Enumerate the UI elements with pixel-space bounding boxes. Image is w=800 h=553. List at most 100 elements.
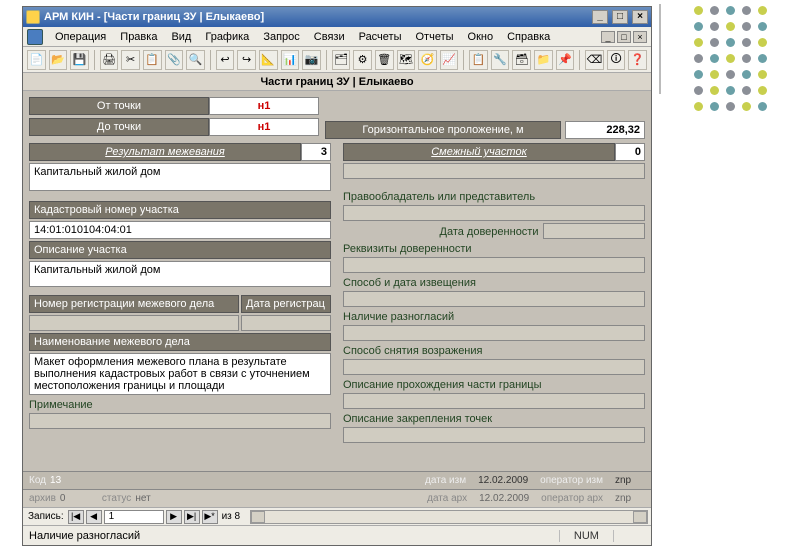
app-icon [26,10,40,24]
dispute-value[interactable] [343,325,645,341]
adjacent-parcel-num[interactable]: 0 [615,143,645,161]
record-navigator: Запись: |◀ ◀ 1 ▶ ▶| ▶* из 8 [23,507,651,525]
nav-last-button[interactable]: ▶| [184,510,200,524]
menu-edit[interactable]: Правка [114,29,163,45]
points-fix-value[interactable] [343,427,645,443]
nav-prev-button[interactable]: ◀ [86,510,102,524]
toolbar-button-25[interactable]: 🛈 [607,50,626,70]
toolbar-button-24[interactable]: ⌫ [585,50,604,70]
menu-links[interactable]: Связи [308,29,351,45]
date-arch-value: 12.02.2009 [479,493,529,504]
toolbar-button-3[interactable]: 🖨 [100,50,119,70]
reg-number-value[interactable] [29,315,239,331]
oper-arch-label: оператор арх [541,493,603,504]
toolbar-button-19[interactable]: 📋 [469,50,488,70]
toolbar-button-1[interactable]: 📂 [49,50,68,70]
menu-operation[interactable]: Операция [49,29,112,45]
menu-view[interactable]: Вид [165,29,197,45]
note-label: Примечание [29,397,331,411]
toolbar-button-16[interactable]: 🗺 [397,50,416,70]
to-point-value[interactable]: н1 [209,118,319,136]
toolbar-button-10[interactable]: 📐 [259,50,278,70]
reg-date-value[interactable] [241,315,331,331]
toolbar-button-15[interactable]: 🗑 [375,50,394,70]
toolbar-button-22[interactable]: 📁 [534,50,553,70]
note-value[interactable] [29,413,331,429]
toolbar-separator [326,50,327,70]
app-window: АРМ КИН - [Части границ ЗУ | Елыкаево] _… [22,6,652,546]
toolbar-button-21[interactable]: 🗃 [512,50,531,70]
horizontal-scrollbar[interactable] [250,510,648,524]
record-current[interactable]: 1 [104,510,164,524]
dot-icon [726,22,735,31]
toolbar-separator [579,50,580,70]
toolbar-button-17[interactable]: 🧭 [418,50,437,70]
toolbar-button-26[interactable]: ❓ [628,50,647,70]
mdi-restore-button[interactable]: □ [617,31,631,43]
menu-reports[interactable]: Отчеты [410,29,460,45]
boundary-desc-label: Описание прохождения части границы [343,377,645,391]
toolbar-button-23[interactable]: 📌 [556,50,575,70]
toolbar-button-7[interactable]: 🔍 [186,50,205,70]
notify-value[interactable] [343,291,645,307]
restore-button[interactable]: □ [612,10,628,24]
toolbar-button-13[interactable]: 🗂 [332,50,351,70]
nav-next-button[interactable]: ▶ [166,510,182,524]
oper-mod-value: znp [615,475,645,486]
menu-window[interactable]: Окно [462,29,500,45]
toolbar-button-8[interactable]: ↩ [216,50,235,70]
toolbar-button-11[interactable]: 📊 [281,50,300,70]
from-point-label: От точки [29,97,209,115]
date-arch-label: дата арх [427,493,467,504]
mdi-minimize-button[interactable]: _ [601,31,615,43]
status-num: NUM [559,530,613,542]
toolbar-button-4[interactable]: ✂ [121,50,140,70]
toolbar-button-0[interactable]: 📄 [27,50,46,70]
poa-req-value[interactable] [343,257,645,273]
adjacent-parcel-value[interactable] [343,163,645,179]
toolbar-button-12[interactable]: 📷 [302,50,321,70]
close-button[interactable]: × [632,10,648,24]
document-title: Части границ ЗУ | Елыкаево [23,73,651,91]
dot-icon [742,6,751,15]
menu-query[interactable]: Запрос [257,29,305,45]
objection-value[interactable] [343,359,645,375]
case-name-value[interactable]: Макет оформления межевого плана в резуль… [29,353,331,395]
minimize-button[interactable]: _ [592,10,608,24]
survey-result-num[interactable]: 3 [301,143,331,161]
owner-value[interactable] [343,205,645,221]
survey-result-value[interactable]: Капитальный жилой дом [29,163,331,191]
toolbar-button-2[interactable]: 💾 [70,50,89,70]
dot-icon [694,6,703,15]
poa-date-value[interactable] [543,223,646,239]
toolbar-button-5[interactable]: 📋 [143,50,162,70]
status-label: статус [102,493,131,504]
nav-new-button[interactable]: ▶* [202,510,218,524]
parcel-desc-label: Описание участка [29,241,331,259]
nav-first-button[interactable]: |◀ [68,510,84,524]
menu-calc[interactable]: Расчеты [353,29,408,45]
from-point-value[interactable]: н1 [209,97,319,115]
arch-value: 0 [60,493,90,504]
parcel-desc-value[interactable]: Капитальный жилой дом [29,261,331,287]
owner-label: Правообладатель или представитель [343,189,645,203]
toolbar-button-18[interactable]: 📈 [440,50,459,70]
mdi-close-button[interactable]: × [633,31,647,43]
dot-icon [694,54,703,63]
menubar: Операция Правка Вид Графика Запрос Связи… [23,27,651,47]
menu-help[interactable]: Справка [501,29,556,45]
dot-icon [726,86,735,95]
toolbar-button-14[interactable]: ⚙ [353,50,372,70]
menu-system-icon[interactable] [27,29,43,45]
cadastre-number-label: Кадастровый номер участка [29,201,331,219]
menu-graphics[interactable]: Графика [199,29,255,45]
horizontal-distance-value[interactable]: 228,32 [565,121,645,139]
dot-icon [742,102,751,111]
toolbar-button-6[interactable]: 📎 [165,50,184,70]
top-row: От точки н1 До точки н1 Горизонтальное п… [29,97,645,139]
toolbar-button-20[interactable]: 🔧 [491,50,510,70]
oper-arch-value: znp [615,493,645,504]
boundary-desc-value[interactable] [343,393,645,409]
toolbar-button-9[interactable]: ↪ [237,50,256,70]
cadastre-number-value[interactable]: 14:01:010104:04:01 [29,221,331,239]
